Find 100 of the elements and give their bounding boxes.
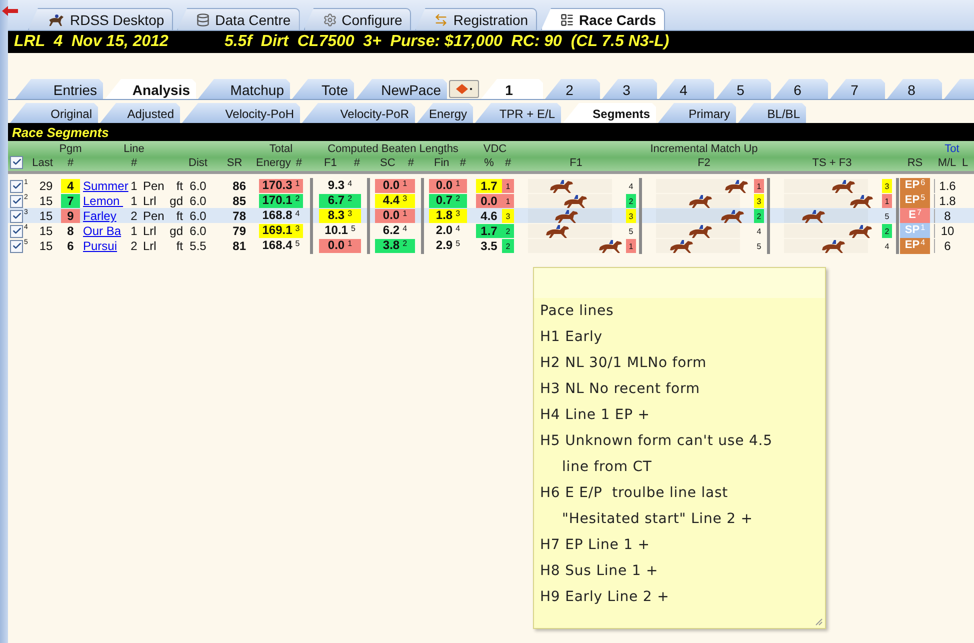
sub-tab[interactable]: Primary [658,103,736,123]
rank-number: 2 [882,224,892,238]
section-title: Race Segments [12,125,109,140]
last-days: 15 [31,239,61,253]
horse-name-link[interactable]: Our Ba [80,224,128,238]
sticky-note[interactable] [533,267,826,629]
program-number: 6 [66,239,75,253]
sub-tab[interactable]: Original [10,103,98,123]
column-header[interactable]: # [408,157,418,169]
horse-name-link[interactable]: Summer [80,179,128,193]
view-tab[interactable]: Tote [292,79,354,99]
program-number: 9 [61,209,80,223]
row-checkbox[interactable] [10,180,23,192]
last-days: 15 [31,224,61,238]
rank-number: 4 [348,179,352,189]
note-line: Pace lines [540,302,615,321]
app-tab[interactable]: Configure [304,8,412,30]
column-header[interactable]: RS [907,157,923,169]
column-header[interactable]: # [296,157,306,169]
column-header[interactable]: SR [226,157,242,169]
row-checkbox[interactable] [10,224,23,238]
column-header[interactable]: F1 [316,157,337,169]
score-value: 0.0 [328,239,345,252]
score-value: 170.3 [262,179,292,192]
column-header[interactable]: Last [32,157,53,169]
sub-tab[interactable]: TPR + E/L [475,103,561,123]
app-tab[interactable]: Race Cards [541,8,666,30]
rank-number: 1 [295,179,300,189]
race-tab[interactable]: 4 [659,79,714,99]
speed-rating: 78 [232,209,247,223]
column-header[interactable]: Fin [426,157,450,169]
score-value: 6.7 [328,194,345,207]
column-header[interactable]: F1 [570,157,582,169]
program-number: 4 [61,179,80,193]
horse-name-link[interactable]: Farley [80,209,128,223]
speed-rating: 81 [232,239,247,253]
sub-tab[interactable]: Energy [417,103,473,123]
race-tab[interactable]: 6 [773,79,828,99]
select-all-checkbox[interactable] [10,156,23,168]
horse-name-link[interactable]: Pursui [80,239,128,253]
column-header[interactable]: M/L [938,157,956,169]
vdc-rank: 2 [502,224,514,238]
note-line: H2 NL 30/1 MLNo form [540,354,708,373]
column-header[interactable]: Dist [188,157,208,169]
app-tab[interactable]: Registration [415,8,538,30]
race-tab[interactable]: 3 [602,79,657,99]
column-header[interactable]: Energy [256,157,291,169]
sub-tab[interactable]: Segments [563,103,656,123]
app-tab[interactable]: RDSS Desktop [28,8,174,30]
race-tab[interactable]: 5 [716,79,771,99]
track-condition: ft [175,209,183,223]
race-tab[interactable]: 2 [545,79,600,99]
row-checkbox[interactable] [10,194,23,208]
race-tab[interactable]: 1 [481,79,543,99]
race-tab[interactable]: 8 [887,79,942,99]
column-header[interactable]: SC [372,157,396,169]
morning-line-odds: 1.6 [934,179,960,193]
score-value: 0.0 [382,209,400,222]
rank-number: 4 [920,238,926,248]
column-header[interactable]: # [460,157,470,169]
pace-dropdown[interactable] [449,80,479,98]
rank-number: 3 [402,194,408,204]
column-header[interactable]: # [504,157,512,169]
sub-tab[interactable]: Velocity-PoR [302,103,415,123]
view-tab[interactable]: Analysis [105,79,196,99]
score-value: 4.4 [382,194,400,207]
track-condition: gd [168,194,183,208]
distance: 6.0 [188,179,208,193]
resize-grip-icon[interactable] [815,618,823,626]
rank-number: 2 [626,194,636,208]
column-header[interactable]: # [130,157,138,169]
speed-rating: 79 [232,224,247,238]
view-tab[interactable]: NewPace [356,79,447,99]
rank-number: 4 [884,240,890,252]
run-style: EP [904,178,920,192]
rank-number: 6 [920,178,926,188]
column-header[interactable]: L [962,157,968,169]
track-code: Pen [142,209,163,223]
sub-tab[interactable]: Velocity-PoH [182,103,300,123]
column-header[interactable]: F2 [698,157,710,169]
back-arrow-icon[interactable] [2,6,18,16]
vdc-percent: 4.6 [480,209,498,223]
view-tab[interactable]: Entries [15,79,103,99]
view-tab[interactable]: Matchup [198,79,290,99]
column-header[interactable]: % [484,157,494,169]
morning-line-odds: 6 [934,239,960,253]
column-header[interactable]: TS + F3 [812,157,852,169]
rank-number: 5 [456,239,460,249]
sub-tab[interactable]: Adjusted [100,103,180,123]
rank-number: 5 [920,193,926,203]
row-checkbox[interactable] [10,240,23,252]
race-tab[interactable]: 7 [830,79,885,99]
rank-number: 4 [402,224,408,234]
app-tab[interactable]: Data Centre [177,8,300,30]
rank-number: 1 [626,239,636,253]
sub-tab[interactable]: BL/BL [738,103,806,123]
horse-name-link[interactable]: Lemon [80,194,128,208]
row-checkbox[interactable] [10,210,23,222]
column-header[interactable]: # [354,157,364,169]
column-header[interactable]: # [67,157,74,169]
